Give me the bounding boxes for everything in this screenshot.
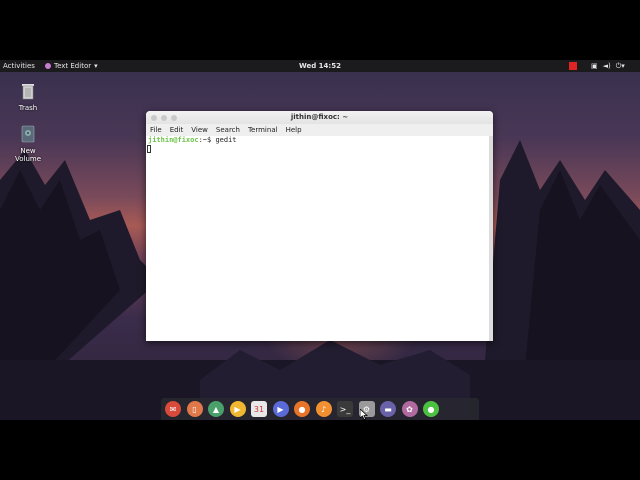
calendar-icon[interactable]: 31 bbox=[251, 401, 267, 417]
terminal-line bbox=[146, 145, 489, 154]
clock[interactable]: Wed 14:52 bbox=[0, 60, 640, 72]
music-icon[interactable]: ♪ bbox=[315, 401, 332, 417]
desktop-icon-trash[interactable]: Trash bbox=[8, 82, 48, 112]
software-icon[interactable]: ✿ bbox=[401, 401, 418, 417]
desktop-icon-label: Volume bbox=[14, 155, 42, 163]
menu-file[interactable]: File bbox=[150, 124, 162, 136]
trash-icon bbox=[22, 84, 34, 100]
menu-edit[interactable]: Edit bbox=[170, 124, 184, 136]
system-tray[interactable]: ▣ ◄) ⏻▾ bbox=[591, 60, 625, 72]
maximize-icon[interactable] bbox=[171, 115, 177, 121]
desktop-icon-label: Trash bbox=[18, 104, 38, 112]
terminal-menubar: File Edit View Search Terminal Help bbox=[146, 124, 493, 136]
display-icon: ▣ bbox=[591, 62, 598, 70]
text-cursor bbox=[147, 145, 151, 153]
minimize-icon[interactable] bbox=[161, 115, 167, 121]
firefox-icon[interactable]: ● bbox=[294, 401, 310, 417]
menu-view[interactable]: View bbox=[191, 124, 208, 136]
menu-help[interactable]: Help bbox=[286, 124, 302, 136]
prompt-path: :~$ bbox=[198, 136, 212, 144]
phone-app-icon[interactable]: ▯ bbox=[186, 401, 203, 417]
mouse-pointer-icon bbox=[360, 409, 368, 420]
app-green-icon[interactable]: ● bbox=[423, 401, 439, 417]
window-title: jithin@fixoc: ~ bbox=[290, 113, 349, 121]
gmail-icon[interactable]: ✉ bbox=[165, 401, 181, 417]
terminal-icon[interactable]: >_ bbox=[337, 401, 353, 417]
desktop-icon-label: New bbox=[20, 147, 36, 155]
scrollbar[interactable] bbox=[489, 136, 493, 341]
photos-icon[interactable]: ▲ bbox=[208, 401, 224, 417]
power-icon: ⏻▾ bbox=[615, 62, 625, 70]
video-player-icon[interactable]: ▶ bbox=[229, 401, 246, 417]
terminal-output[interactable]: jithin@fixoc:~$ gedit bbox=[146, 136, 489, 341]
close-icon[interactable] bbox=[151, 115, 157, 121]
top-bar: Activities Text Editor ▾ Wed 14:52 ▣ ◄) … bbox=[0, 60, 640, 72]
files-icon[interactable]: ▬ bbox=[380, 401, 396, 417]
menu-search[interactable]: Search bbox=[216, 124, 240, 136]
window-titlebar[interactable]: jithin@fixoc: ~ bbox=[146, 111, 493, 124]
prompt-user: jithin@fixoc bbox=[148, 136, 199, 144]
drive-icon bbox=[21, 125, 35, 143]
command-text: gedit bbox=[215, 136, 237, 144]
menu-terminal[interactable]: Terminal bbox=[248, 124, 278, 136]
media-player-icon[interactable]: ▶ bbox=[272, 401, 289, 417]
dock: ✉ ▯ ▲ ▶ 31 ▶ ● ♪ >_ ⚙ ▬ ✿ ● bbox=[161, 398, 479, 420]
terminal-window[interactable]: jithin@fixoc: ~ File Edit View Search Te… bbox=[146, 111, 493, 341]
desktop-icon-new-volume[interactable]: New Volume bbox=[8, 125, 48, 163]
terminal-line: jithin@fixoc:~$ gedit bbox=[146, 136, 489, 145]
volume-icon: ◄) bbox=[602, 62, 611, 70]
record-indicator-icon[interactable] bbox=[569, 62, 577, 70]
